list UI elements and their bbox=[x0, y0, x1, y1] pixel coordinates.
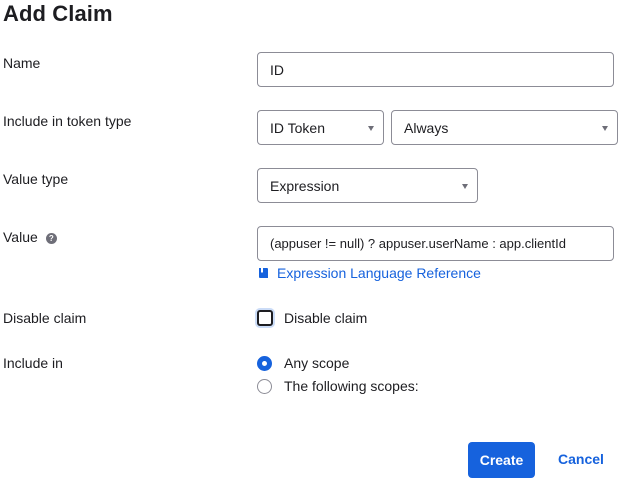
value-type-select[interactable]: Expression bbox=[257, 168, 478, 203]
question-circle-icon[interactable]: ? bbox=[45, 233, 57, 244]
include-in-label: Include in bbox=[3, 355, 63, 371]
expression-language-reference-label: Expression Language Reference bbox=[277, 265, 481, 281]
radio-any-scope[interactable] bbox=[257, 356, 272, 371]
name-input-value: ID bbox=[270, 61, 284, 78]
value-label: Value bbox=[3, 229, 38, 245]
radio-following-scopes-label[interactable]: The following scopes: bbox=[284, 378, 419, 394]
token-type-select-value: ID Token bbox=[270, 119, 325, 136]
value-expression-text: (appuser != null) ? appuser.userName : a… bbox=[270, 236, 566, 251]
radio-following-scopes[interactable] bbox=[257, 379, 272, 394]
name-label: Name bbox=[3, 55, 41, 71]
token-frequency-select-value: Always bbox=[404, 119, 449, 136]
disable-claim-checkbox[interactable] bbox=[257, 310, 273, 326]
create-button[interactable]: Create bbox=[468, 442, 535, 478]
value-type-select-value: Expression bbox=[270, 177, 340, 194]
caret-down-icon bbox=[602, 125, 608, 131]
disable-claim-label: Disable claim bbox=[3, 310, 87, 326]
token-frequency-select[interactable]: Always bbox=[391, 110, 618, 145]
caret-down-icon bbox=[368, 125, 374, 131]
page-title: Add Claim bbox=[3, 1, 113, 26]
expression-language-reference-link[interactable]: Expression Language Reference bbox=[258, 265, 481, 281]
value-type-label: Value type bbox=[3, 171, 69, 187]
caret-down-icon bbox=[462, 183, 468, 189]
token-type-label: Include in token type bbox=[3, 113, 132, 129]
book-icon bbox=[259, 268, 268, 278]
cancel-button[interactable]: Cancel bbox=[558, 451, 604, 467]
value-label-row: Value? bbox=[3, 229, 57, 245]
radio-any-scope-label[interactable]: Any scope bbox=[284, 355, 349, 371]
token-type-select[interactable]: ID Token bbox=[257, 110, 384, 145]
disable-claim-checkbox-label[interactable]: Disable claim bbox=[284, 310, 367, 326]
name-input[interactable]: ID bbox=[257, 52, 614, 87]
value-expression-input[interactable]: (appuser != null) ? appuser.userName : a… bbox=[257, 226, 614, 261]
